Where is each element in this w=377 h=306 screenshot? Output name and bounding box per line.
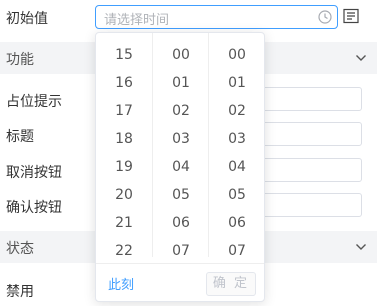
second-option[interactable]: 01 [209, 69, 265, 97]
second-column[interactable]: 00 01 02 03 04 05 06 07 [208, 33, 265, 259]
time-input-placeholder: 请选择时间 [104, 13, 170, 28]
hour-option[interactable]: 16 [96, 69, 152, 97]
minute-option[interactable]: 03 [153, 125, 209, 153]
minute-option[interactable]: 06 [153, 209, 209, 237]
chevron-down-icon[interactable] [355, 53, 367, 63]
second-option[interactable]: 06 [209, 209, 265, 237]
second-option[interactable]: 07 [209, 237, 265, 265]
now-link[interactable]: 此刻 [108, 274, 134, 293]
minute-option[interactable]: 05 [153, 181, 209, 209]
hour-option[interactable]: 15 [96, 41, 152, 69]
hour-option[interactable]: 21 [96, 209, 152, 237]
section-function-title: 功能 [6, 52, 34, 68]
prop-label: 占位提示 [6, 94, 62, 110]
time-input[interactable]: 请选择时间 [95, 5, 338, 29]
hour-option[interactable]: 22 [96, 237, 152, 265]
time-picker-panel: 15 16 17 18 19 20 21 22 00 01 02 03 04 0… [95, 32, 265, 302]
section-state-title: 状态 [6, 241, 34, 257]
second-option[interactable]: 00 [209, 41, 265, 69]
second-option[interactable]: 05 [209, 181, 265, 209]
hour-option[interactable]: 20 [96, 181, 152, 209]
minute-option[interactable]: 01 [153, 69, 209, 97]
confirm-button[interactable]: 确 定 [206, 272, 256, 296]
prop-label: 标题 [6, 129, 34, 145]
minute-option[interactable]: 07 [153, 237, 209, 265]
clock-icon[interactable] [318, 10, 332, 24]
second-option[interactable]: 03 [209, 125, 265, 153]
chevron-down-icon[interactable] [355, 242, 367, 252]
hour-option[interactable]: 17 [96, 97, 152, 125]
hour-column[interactable]: 15 16 17 18 19 20 21 22 [96, 33, 152, 259]
prop-label: 确认按钮 [6, 200, 62, 216]
minute-column[interactable]: 00 01 02 03 04 05 06 07 [152, 33, 209, 259]
time-picker-columns: 15 16 17 18 19 20 21 22 00 01 02 03 04 0… [96, 33, 265, 259]
initial-value-label: 初始值 [6, 11, 48, 27]
minute-option[interactable]: 00 [153, 41, 209, 69]
hour-option[interactable]: 18 [96, 125, 152, 153]
time-picker-footer: 此刻 确 定 [96, 263, 264, 301]
hour-option[interactable]: 19 [96, 153, 152, 181]
prop-label: 取消按钮 [6, 165, 62, 181]
text-lines-icon[interactable] [343, 8, 359, 24]
prop-label: 禁用 [6, 284, 34, 300]
minute-option[interactable]: 04 [153, 153, 209, 181]
initial-value-row: 初始值 请选择时间 [0, 0, 377, 36]
minute-option[interactable]: 02 [153, 97, 209, 125]
second-option[interactable]: 04 [209, 153, 265, 181]
second-option[interactable]: 02 [209, 97, 265, 125]
